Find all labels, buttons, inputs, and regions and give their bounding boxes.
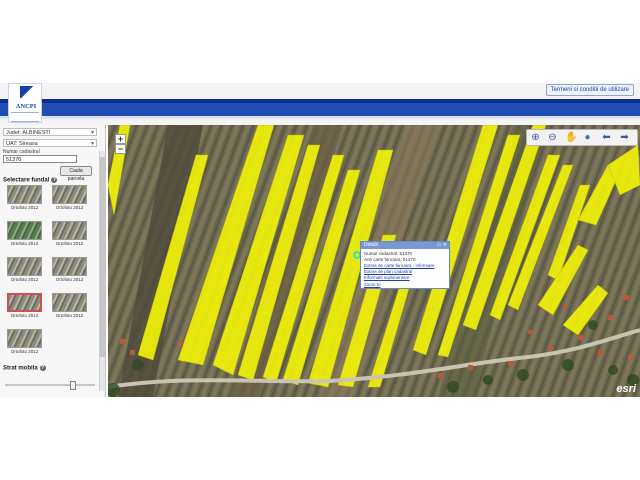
basemap-thumbnail-caption: Ortofoto 2012 (10, 277, 39, 282)
county-select[interactable]: Judet: ALBINESTI ▼ (3, 128, 97, 136)
parcel-info-popup: Detalii ▭ ✕ Numar cadastral: 51370 Arie … (360, 241, 450, 289)
ancpi-logo[interactable]: ANCPI (8, 83, 42, 123)
opacity-section-label: Strat mobila (3, 365, 38, 372)
forward-arrow-icon[interactable]: ➡ (619, 132, 630, 143)
panel-scrollbar[interactable] (99, 151, 105, 391)
close-icon[interactable]: ✕ (443, 242, 447, 248)
esri-attribution: esri (616, 383, 636, 395)
basemap-thumbnail-image (52, 293, 87, 312)
basemap-thumbnail[interactable]: Ortofoto 2012 (7, 185, 42, 210)
popup-cadastral-plan-link[interactable]: Extras de plan cadastral (364, 269, 412, 274)
county-select-value: Judet: ALBINESTI (6, 130, 51, 136)
pan-hand-icon[interactable]: ✋ (565, 132, 577, 143)
popup-land-book: Arie carte funciara: 51370 (364, 257, 416, 262)
basemap-thumbnail[interactable]: Ortofoto 2012 (7, 293, 42, 318)
basemap-thumbnail-caption: Ortofoto 2012 (55, 205, 84, 210)
uat-select-value: UAT: Sireasa (6, 141, 38, 147)
header-bar: ANCPI Termeni si conditii de utilizare (0, 83, 640, 125)
basemap-thumbnail-caption: Ortofoto 2012 (55, 313, 84, 318)
basemap-thumbnail-caption: Ortofoto 2012 (10, 205, 39, 210)
popup-more-info-link[interactable]: Informatii suplimentare (364, 275, 410, 280)
basemap-thumbnail-image (7, 293, 42, 312)
logo-text: ANCPI (15, 103, 37, 110)
back-arrow-icon[interactable]: ⬅ (601, 132, 612, 143)
terms-link[interactable]: Termeni si conditii de utilizare (545, 84, 634, 96)
basemap-thumbnail-image (7, 221, 42, 240)
maximize-icon[interactable]: ▭ (437, 242, 442, 248)
popup-controls: ▭ ✕ (437, 242, 447, 249)
basemap-thumbnail-caption: Ortofoto 2012 (10, 241, 39, 246)
basemap-thumbnail-image (52, 185, 87, 204)
basemap-thumbnail[interactable]: Ortofoto 2012 (7, 329, 42, 354)
opacity-slider-track[interactable] (5, 384, 95, 386)
search-parcel-button[interactable]: Cauta parcela (60, 166, 92, 182)
header-stripe-blue (0, 103, 640, 116)
chevron-down-icon: ▼ (90, 130, 95, 136)
basemap-thumbnail-image (52, 221, 87, 240)
logo-subtitle-lines (11, 112, 39, 122)
basemap-thumbnail-caption: Ortofoto 2012 (55, 241, 84, 246)
basemap-thumbnail-image (7, 257, 42, 276)
opacity-section-title: Strat mobila? (3, 365, 46, 372)
opacity-slider-handle[interactable] (70, 381, 76, 390)
basemap-thumbnail[interactable]: Ortofoto 2012 (52, 257, 87, 282)
panel-scrollbar-thumb[interactable] (100, 157, 105, 357)
basemap-section-label: Selectare fundal (3, 177, 50, 184)
basemap-thumbnail-image (52, 257, 87, 276)
popup-cadastral-number: Numar cadastral: 51370 (364, 251, 413, 256)
zoom-in-button[interactable]: + (115, 134, 126, 144)
basemap-thumbnail-image (7, 185, 42, 204)
basemap-thumbnail-caption: Ortofoto 2012 (10, 349, 39, 354)
cadastral-number-input[interactable]: 51370 (3, 155, 77, 163)
basemap-thumbnail[interactable]: Ortofoto 2012 (52, 185, 87, 210)
basemap-thumbnail-caption: Ortofoto 2012 (55, 277, 84, 282)
zoom-in-icon[interactable]: ⊕ (530, 132, 541, 143)
basemap-thumbnail[interactable]: Ortofoto 2012 (52, 221, 87, 246)
zoom-control: + − (115, 134, 126, 154)
app-window: ANCPI Termeni si conditii de utilizare J… (0, 83, 640, 397)
basemap-thumbnail-caption: Ortofoto 2012 (10, 313, 39, 318)
help-icon[interactable]: ? (51, 177, 58, 183)
popup-land-book-extract-link[interactable]: Extras de carte funciara - informare (364, 263, 435, 268)
logo-emblem-icon (20, 86, 34, 98)
map-toolbar: ⊕ ⊖ ✋ ● ⬅ ➡ (526, 129, 638, 146)
basemap-thumbnail[interactable]: Ortofoto 2012 (52, 293, 87, 318)
basemap-thumbnail-image (7, 329, 42, 348)
globe-icon[interactable]: ● (582, 132, 593, 143)
header-stripe-light (0, 116, 640, 119)
basemap-thumbnail[interactable]: Ortofoto 2012 (7, 257, 42, 282)
map-view[interactable]: + − ⊕ ⊖ ✋ ● ⬅ ➡ Detalii ▭ ✕ Numar cadast… (108, 125, 640, 397)
help-icon[interactable]: ? (39, 365, 46, 371)
zoom-out-button[interactable]: − (115, 144, 126, 154)
chevron-down-icon: ▼ (90, 141, 95, 147)
popup-zoom-to-link[interactable]: Zoom to (364, 282, 381, 287)
basemap-thumbnail[interactable]: Ortofoto 2012 (7, 221, 42, 246)
zoom-out-icon[interactable]: ⊖ (547, 132, 558, 143)
uat-select[interactable]: UAT: Sireasa ▼ (3, 139, 97, 147)
basemap-section-title: Selectare fundal? (3, 177, 58, 184)
left-panel: Judet: ALBINESTI ▼ UAT: Sireasa ▼ Numar … (0, 125, 106, 397)
